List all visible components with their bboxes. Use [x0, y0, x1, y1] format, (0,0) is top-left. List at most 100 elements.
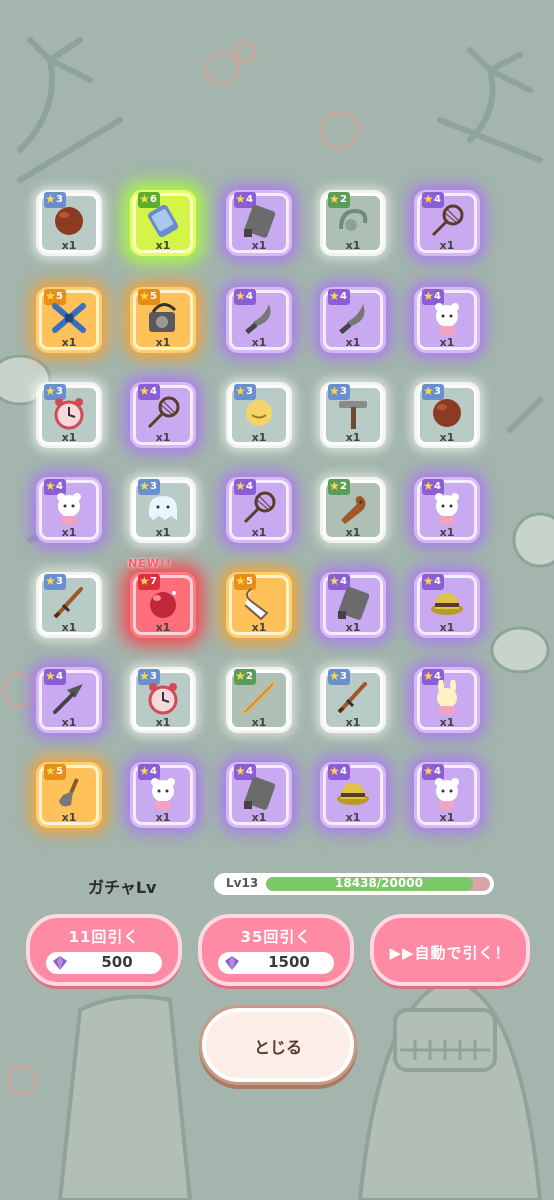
draw-11-label: 11回引く: [68, 928, 140, 946]
item-tile[interactable]: 4x1: [414, 477, 480, 543]
item-tile[interactable]: 3x1: [36, 190, 102, 256]
clock-icon: [148, 683, 178, 715]
item-tile[interactable]: 3x1: [414, 382, 480, 448]
phone-icon: [147, 204, 179, 238]
progress-text: 18438/20000: [335, 876, 423, 890]
item-tile[interactable]: 4x1: [414, 762, 480, 828]
arrow-icon: [53, 684, 83, 714]
net-icon: [243, 491, 276, 524]
item-count: x1: [345, 716, 361, 729]
item-tile[interactable]: 4x1: [320, 287, 386, 353]
item-tile[interactable]: 2x1: [320, 477, 386, 543]
item-count: x1: [345, 431, 361, 444]
item-count: x1: [439, 526, 455, 539]
stick-icon: [242, 681, 276, 715]
rabbit-icon: [437, 680, 457, 715]
item-count: x1: [251, 336, 267, 349]
tablet-icon: [244, 776, 276, 810]
item-tile[interactable]: 3x1: [320, 382, 386, 448]
item-count: x1: [251, 239, 267, 252]
club-icon: [341, 496, 366, 524]
item-count: x1: [251, 716, 267, 729]
gacha-level-bar: Lv13 18438/20000: [214, 873, 494, 895]
draw-35-button[interactable]: 35回引く 1500: [198, 914, 354, 986]
mop-icon: [339, 401, 367, 429]
item-tile[interactable]: 6x1: [130, 190, 196, 256]
item-tile[interactable]: 3x1: [226, 382, 292, 448]
item-tile[interactable]: 5x1: [130, 287, 196, 353]
auto-draw-label: ▶▶自動で引く！: [389, 944, 511, 962]
item-tile[interactable]: 4x1: [320, 572, 386, 638]
bear-icon: [435, 778, 459, 810]
item-count: x1: [61, 239, 77, 252]
item-tile[interactable]: 4x1: [36, 667, 102, 733]
item-tile[interactable]: 2x1: [226, 667, 292, 733]
item-tile[interactable]: 4x1: [130, 762, 196, 828]
ball-icon: [55, 207, 83, 235]
item-tile[interactable]: 4x1: [226, 762, 292, 828]
item-count: x1: [155, 526, 171, 539]
ninja-icon: [52, 303, 86, 333]
item-tile[interactable]: 2x1: [320, 190, 386, 256]
item-count: x1: [251, 431, 267, 444]
item-tile[interactable]: 4x1: [226, 477, 292, 543]
draw-35-cost: 1500: [218, 952, 334, 974]
item-count: x1: [439, 336, 455, 349]
item-count: x1: [345, 239, 361, 252]
item-tile[interactable]: 5x1: [36, 287, 102, 353]
gacha-level-label: ガチャLv: [88, 878, 157, 897]
item-count: x1: [345, 811, 361, 824]
sword-icon: [337, 682, 367, 714]
item-tile[interactable]: 4x1: [414, 572, 480, 638]
knife-icon: [339, 304, 365, 335]
item-tile[interactable]: 4x1: [36, 477, 102, 543]
item-count: x1: [155, 239, 171, 252]
item-tile[interactable]: 4x1: [414, 190, 480, 256]
net-icon: [147, 396, 180, 429]
gem-icon: [225, 956, 239, 970]
item-count: x1: [345, 526, 361, 539]
hat-icon: [431, 593, 463, 615]
item-count: x1: [61, 431, 77, 444]
draw-11-cost: 500: [46, 952, 162, 974]
item-tile[interactable]: 3x1: [36, 382, 102, 448]
item-tile[interactable]: 3x1: [320, 667, 386, 733]
item-count: x1: [345, 621, 361, 634]
item-count: x1: [61, 811, 77, 824]
item-tile[interactable]: 7x1NEW!!: [128, 557, 196, 638]
tablet-icon: [244, 204, 276, 238]
item-tile[interactable]: 4x1: [414, 667, 480, 733]
item-tile[interactable]: 3x1: [130, 667, 196, 733]
camera-icon: [149, 303, 177, 332]
item-count: x1: [345, 336, 361, 349]
item-tile[interactable]: 4x1: [226, 287, 292, 353]
item-count: x1: [61, 526, 77, 539]
item-count: x1: [251, 811, 267, 824]
item-tile[interactable]: 3x1: [130, 477, 196, 543]
auto-draw-button[interactable]: ▶▶自動で引く！: [370, 914, 530, 986]
tablet-icon: [338, 586, 370, 620]
item-tile[interactable]: 5x1: [226, 572, 292, 638]
item-count: x1: [61, 336, 77, 349]
item-count: x1: [155, 716, 171, 729]
shovel-icon: [59, 778, 79, 807]
draw-11-button[interactable]: 11回引く 500: [26, 914, 182, 986]
ghost-icon: [149, 496, 177, 520]
item-tile[interactable]: 4x1: [130, 382, 196, 448]
bear-icon: [435, 303, 459, 335]
item-tile[interactable]: 4x1: [320, 762, 386, 828]
scarf-icon: [244, 588, 269, 621]
item-count: x1: [155, 336, 171, 349]
gem-ball-icon: [150, 591, 176, 618]
item-tile[interactable]: 3x1: [36, 572, 102, 638]
item-tile[interactable]: 4x1: [226, 190, 292, 256]
net-icon: [431, 204, 464, 237]
item-tile[interactable]: 4x1: [414, 287, 480, 353]
item-count: x1: [155, 811, 171, 824]
close-button[interactable]: とじる: [202, 1008, 354, 1082]
knife-icon: [245, 304, 271, 335]
close-label: とじる: [253, 1038, 302, 1057]
item-tile[interactable]: 5x1: [36, 762, 102, 828]
draw-11-cost-value: 500: [101, 953, 133, 971]
draw-35-label: 35回引く: [240, 928, 312, 946]
